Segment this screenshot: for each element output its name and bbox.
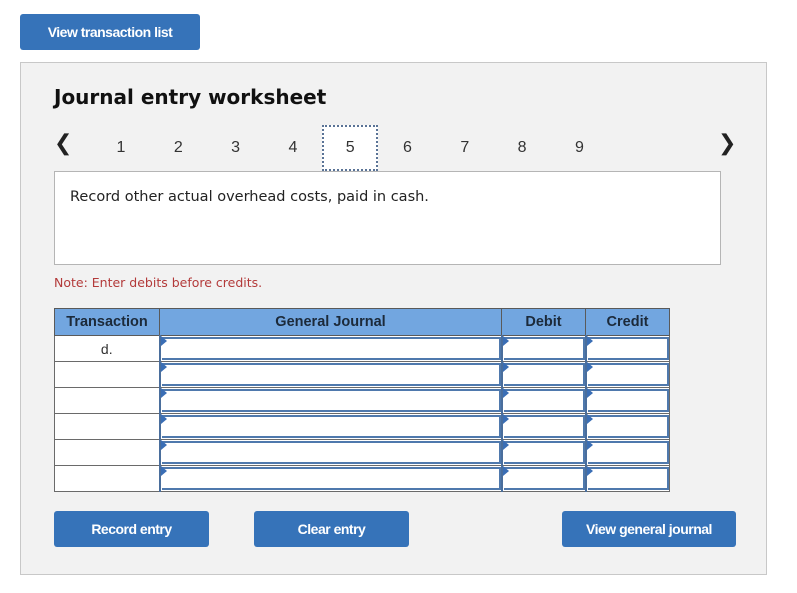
debit-input-field[interactable] [503, 389, 585, 412]
credit-input-field[interactable] [587, 389, 669, 412]
table-row [54, 465, 670, 492]
page-tab-8[interactable]: 8 [494, 125, 550, 171]
dropdown-marker-icon [586, 440, 593, 450]
table-row [54, 413, 670, 440]
dropdown-marker-icon [502, 336, 509, 346]
transaction-cell [54, 465, 160, 492]
debit-input[interactable] [500, 439, 586, 466]
header-credit: Credit [585, 308, 670, 336]
account-input[interactable] [158, 387, 502, 414]
table-row [54, 361, 670, 388]
transaction-cell [54, 361, 160, 388]
instruction-box: Record other actual overhead costs, paid… [54, 171, 721, 265]
clear-entry-button[interactable]: Clear entry [254, 511, 409, 547]
debit-input-field[interactable] [503, 415, 585, 438]
transaction-cell [54, 387, 160, 414]
dropdown-marker-icon [502, 362, 509, 372]
instruction-text: Record other actual overhead costs, paid… [70, 189, 429, 205]
table-header-row: Transaction General Journal Debit Credit [54, 308, 670, 336]
account-input[interactable] [158, 335, 502, 362]
transaction-cell [54, 439, 160, 466]
table-row: d. [54, 335, 670, 362]
debit-input-field[interactable] [503, 441, 585, 464]
record-entry-button[interactable]: Record entry [54, 511, 209, 547]
dropdown-marker-icon [502, 466, 509, 476]
credit-input[interactable] [584, 361, 670, 388]
page-tab-5[interactable]: 5 [322, 125, 379, 171]
account-input[interactable] [158, 439, 502, 466]
credit-input-field[interactable] [587, 467, 669, 490]
account-input[interactable] [158, 361, 502, 388]
dropdown-marker-icon [586, 388, 593, 398]
dropdown-marker-icon [586, 414, 593, 424]
page-tab-1[interactable]: 1 [93, 125, 149, 171]
account-input-field[interactable] [161, 363, 501, 386]
dropdown-marker-icon [502, 414, 509, 424]
dropdown-marker-icon [160, 362, 167, 372]
dropdown-marker-icon [502, 388, 509, 398]
debit-input-field[interactable] [503, 467, 585, 490]
dropdown-marker-icon [160, 414, 167, 424]
worksheet-title: Journal entry worksheet [54, 85, 327, 109]
account-input-field[interactable] [161, 467, 501, 490]
debit-input-field[interactable] [503, 363, 585, 386]
page-tab-4[interactable]: 4 [265, 125, 321, 171]
dropdown-marker-icon [586, 466, 593, 476]
debit-input[interactable] [500, 465, 586, 492]
transaction-cell: d. [54, 335, 160, 362]
account-input[interactable] [158, 413, 502, 440]
journal-table: Transaction General Journal Debit Credit… [54, 308, 670, 492]
page-tab-3[interactable]: 3 [208, 125, 264, 171]
credit-input[interactable] [584, 439, 670, 466]
note-text: Note: Enter debits before credits. [54, 275, 263, 290]
entry-pager: ❮ 123456789 ❯ [21, 123, 766, 173]
page-tab-7[interactable]: 7 [437, 125, 493, 171]
debit-input[interactable] [500, 335, 586, 362]
dropdown-marker-icon [586, 336, 593, 346]
journal-entry-worksheet-panel: Journal entry worksheet ❮ 123456789 ❯ Re… [20, 62, 767, 575]
debit-input[interactable] [500, 413, 586, 440]
header-general-journal: General Journal [159, 308, 502, 336]
dropdown-marker-icon [586, 362, 593, 372]
header-transaction: Transaction [54, 308, 160, 336]
table-row [54, 439, 670, 466]
dropdown-marker-icon [160, 336, 167, 346]
dropdown-marker-icon [502, 440, 509, 450]
credit-input-field[interactable] [587, 363, 669, 386]
account-input-field[interactable] [161, 337, 501, 360]
page-tab-6[interactable]: 6 [380, 125, 436, 171]
dropdown-marker-icon [160, 440, 167, 450]
credit-input[interactable] [584, 465, 670, 492]
header-debit: Debit [501, 308, 586, 336]
debit-input-field[interactable] [503, 337, 585, 360]
account-input[interactable] [158, 465, 502, 492]
page-tab-2[interactable]: 2 [150, 125, 206, 171]
account-input-field[interactable] [161, 441, 501, 464]
credit-input-field[interactable] [587, 415, 669, 438]
debit-input[interactable] [500, 387, 586, 414]
view-general-journal-button[interactable]: View general journal [562, 511, 736, 547]
view-transaction-list-button[interactable]: View transaction list [20, 14, 200, 50]
credit-input-field[interactable] [587, 337, 669, 360]
credit-input[interactable] [584, 413, 670, 440]
credit-input-field[interactable] [587, 441, 669, 464]
dropdown-marker-icon [160, 388, 167, 398]
debit-input[interactable] [500, 361, 586, 388]
credit-input[interactable] [584, 387, 670, 414]
dropdown-marker-icon [160, 466, 167, 476]
chevron-left-icon[interactable]: ❮ [54, 131, 72, 156]
account-input-field[interactable] [161, 415, 501, 438]
account-input-field[interactable] [161, 389, 501, 412]
page-tab-9[interactable]: 9 [551, 125, 607, 171]
chevron-right-icon[interactable]: ❯ [718, 131, 736, 156]
credit-input[interactable] [584, 335, 670, 362]
table-row [54, 387, 670, 414]
transaction-cell [54, 413, 160, 440]
